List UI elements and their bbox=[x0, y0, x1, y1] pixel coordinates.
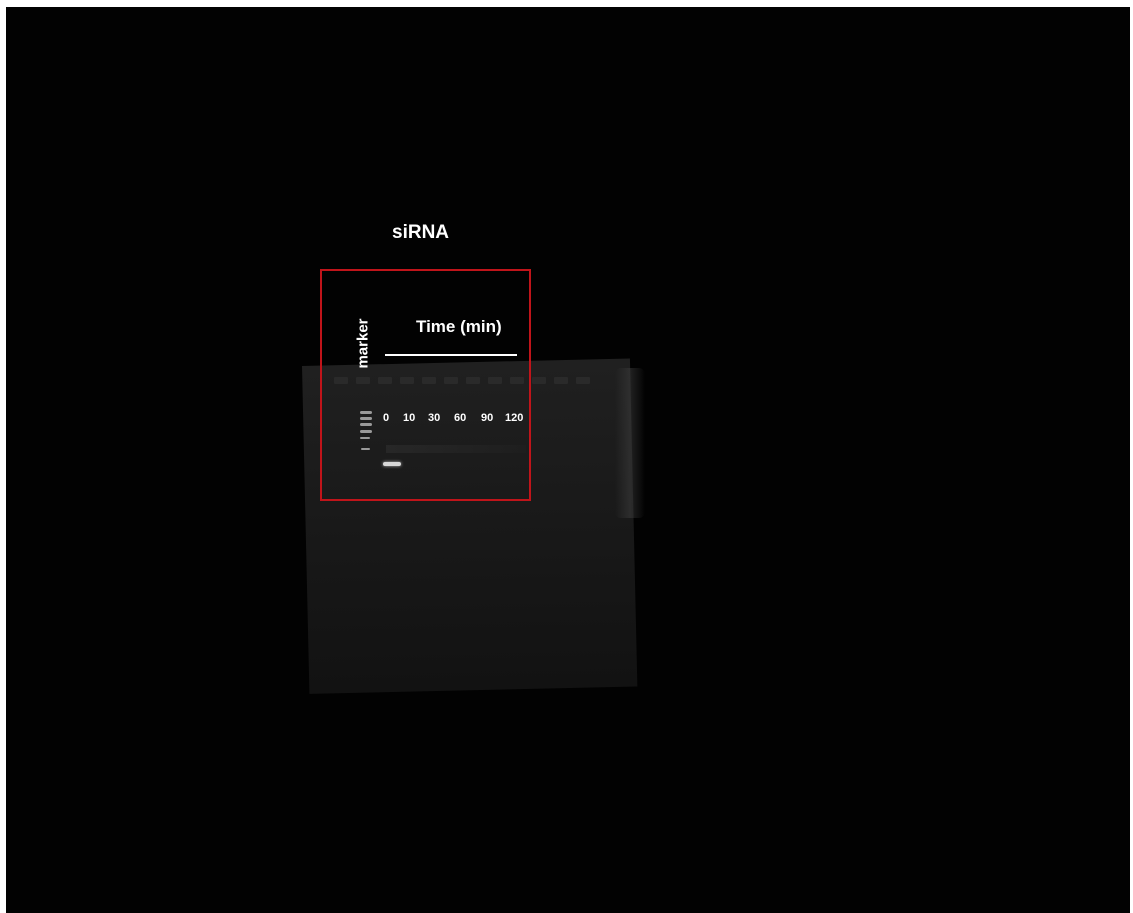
figure-title: siRNA bbox=[392, 222, 450, 243]
gel-well bbox=[576, 377, 590, 384]
lane-label: 0 bbox=[383, 412, 390, 424]
time-axis-label: Time (min) bbox=[416, 317, 502, 336]
gel-well bbox=[554, 377, 568, 384]
lane-label: 10 bbox=[403, 412, 416, 424]
gel-torn-edge bbox=[615, 368, 645, 518]
lane-label: 60 bbox=[454, 412, 467, 424]
lane-label: 90 bbox=[481, 412, 494, 424]
gel-well bbox=[532, 377, 546, 384]
marker-label: marker bbox=[354, 318, 372, 369]
highlight-box bbox=[320, 269, 531, 501]
time-underline bbox=[385, 354, 517, 356]
lane-label: 30 bbox=[428, 412, 441, 424]
lane-label: 120 bbox=[505, 412, 524, 424]
